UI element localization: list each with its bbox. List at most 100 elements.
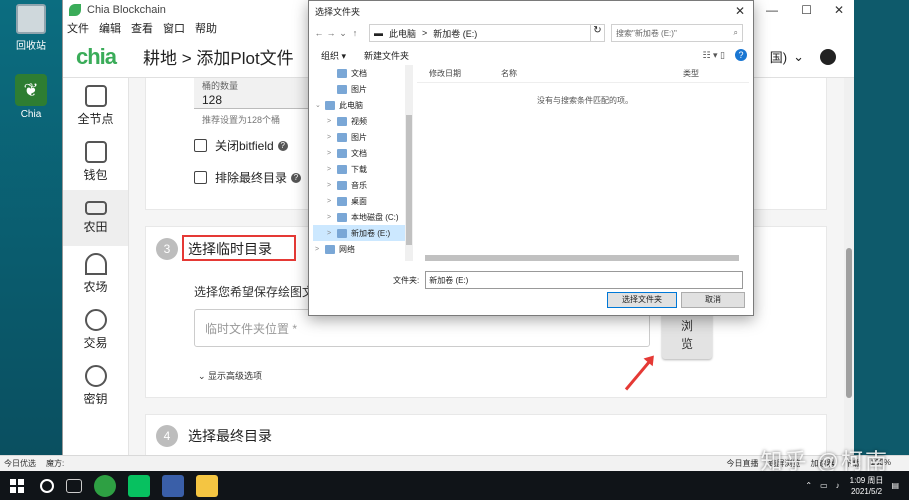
language-selector[interactable]: 国) [770,47,787,66]
chevron-icon[interactable]: > [327,134,337,141]
minimize-button[interactable]: — [766,3,778,17]
close-button[interactable]: ✕ [834,3,844,17]
disable-bitfield-checkbox[interactable]: 关闭bitfield ? [194,137,288,154]
back-icon[interactable]: ← [313,28,325,38]
chevron-icon[interactable]: > [327,214,337,221]
strip-daily-picks[interactable]: 今日优选 [4,458,36,469]
main-scrollbar[interactable] [844,78,854,455]
addr-volume-e[interactable]: 新加卷 (E:) [433,27,477,40]
folder-icon [337,116,347,126]
folder-icon [337,212,347,222]
menu-view[interactable]: 查看 [131,20,153,36]
chevron-icon[interactable]: > [315,246,325,253]
column-modified-date[interactable]: 修改日期 [429,68,461,79]
scroll-thumb[interactable] [425,255,739,261]
tree-item[interactable]: 文档 [313,65,413,81]
address-field[interactable]: ▬ 此电脑 > 新加卷 (E:) [369,24,591,42]
volume-icon[interactable]: ♪ [836,481,840,490]
dialog-close-icon[interactable]: ✕ [735,4,745,18]
sidebar-item-full-node[interactable]: 全节点 [63,78,128,134]
tree-item[interactable]: ⌄ 此电脑 [313,97,413,113]
help-icon[interactable]: ? [277,140,288,151]
cancel-button[interactable]: 取消 [681,292,745,308]
notification-icon[interactable]: ▤ [891,481,899,490]
tree-scrollbar[interactable] [405,65,413,261]
tree-item-label: 图片 [351,132,367,142]
strip-magic-cube[interactable]: 魔方: [46,458,64,469]
chevron-icon[interactable]: > [327,230,337,237]
chia-shortcut[interactable]: ❦ Chia [4,74,58,120]
menu-file[interactable]: 文件 [67,20,89,36]
tree-item[interactable]: > 视频 [313,113,413,129]
tree-item[interactable]: > 桌面 [313,193,413,209]
browser-icon[interactable] [94,474,116,497]
final-dir-card: 4 选择最终目录 [145,414,827,455]
chevron-icon[interactable]: ⌄ [315,101,325,109]
taskbar: ⌃ ▭ ♪ 1:09 周日 2021/5/2 ▤ [0,471,909,500]
tree-item[interactable]: > 图片 [313,129,413,145]
network-icon[interactable]: ▭ [820,481,828,490]
tree-item[interactable]: 图片 [313,81,413,97]
dialog-title: 选择文件夹 [315,6,361,17]
browse-button[interactable]: 浏 览 [662,309,712,359]
sidebar-item-label: 交易 [83,336,108,350]
tree-item-label: 文档 [351,68,367,78]
maximize-button[interactable]: ☐ [801,3,812,17]
view-options-icon[interactable]: ☷ ▾ ▯ [702,50,725,61]
recycle-bin-icon [16,4,46,34]
chevron-icon[interactable]: > [327,150,337,157]
tree-item[interactable]: > 本地磁盘 (C:) [313,209,413,225]
exclude-final-dir-checkbox[interactable]: 排除最终目录 ? [194,169,302,186]
column-type[interactable]: 类型 [683,68,699,79]
help-icon[interactable]: ? [291,172,302,183]
recent-icon[interactable]: ⌄ [337,28,349,39]
addr-this-pc[interactable]: 此电脑 [389,27,416,40]
new-folder-button[interactable]: 新建文件夹 [364,49,409,62]
folder-name-input[interactable]: 新加卷 (E:) [425,271,744,289]
wechat-icon[interactable] [128,474,150,497]
sidebar-item-plots[interactable]: 农田 [63,190,128,246]
select-folder-button[interactable]: 选择文件夹 [607,292,677,308]
organize-button[interactable]: 组织 ▾ [321,49,346,62]
chevron-icon[interactable]: > [327,118,337,125]
sidebar-item-keys[interactable]: 密钥 [63,358,128,414]
menu-window[interactable]: 窗口 [163,20,185,36]
sidebar-item-trade[interactable]: 交易 [63,302,128,358]
tree-item[interactable]: > 下载 [313,161,413,177]
chevron-icon[interactable]: > [327,166,337,173]
tree-item[interactable]: > 新加卷 (E:) [313,225,413,241]
tray-arrow-icon[interactable]: ⌃ [805,481,812,490]
trade-icon [84,309,107,331]
app-icon[interactable] [162,474,184,497]
menu-help[interactable]: 帮助 [195,20,217,36]
cortana-icon[interactable] [40,478,54,493]
help-icon[interactable]: ? [735,49,747,61]
settings-icon[interactable] [820,48,836,65]
refresh-icon[interactable]: ↻ [591,24,605,42]
chevron-down-icon[interactable]: ⌄ [793,49,804,65]
show-advanced-toggle[interactable]: ⌄ 显示高级选项 [198,369,262,382]
tree-item[interactable]: > 音乐 [313,177,413,193]
column-name[interactable]: 名称 [501,68,517,79]
clock[interactable]: 1:09 周日 2021/5/2 [850,475,884,497]
menu-edit[interactable]: 编辑 [99,20,121,36]
sidebar-item-farm[interactable]: 农场 [63,246,128,302]
task-view-icon[interactable] [66,478,82,493]
sidebar-item-wallet[interactable]: 钱包 [63,134,128,190]
tree-item[interactable]: > 文档 [313,145,413,161]
checkbox-box[interactable] [194,139,207,152]
up-icon[interactable]: ↑ [349,28,361,38]
chevron-icon[interactable]: > [327,198,337,205]
windows-start-icon[interactable] [10,478,24,493]
checkbox-box[interactable] [194,171,207,184]
strip-live[interactable]: 今日直播 [727,458,759,469]
horizontal-scrollbar[interactable] [313,253,749,263]
clock-date: 2021/5/2 [850,486,883,496]
scroll-thumb[interactable] [406,115,412,245]
chevron-icon[interactable]: > [327,182,337,189]
recycle-bin-shortcut[interactable]: 回收站 [4,4,58,52]
forward-icon[interactable]: → [325,28,337,38]
dialog-search-input[interactable]: 搜索"新加卷 (E:)" ⌕ [611,24,743,42]
file-explorer-icon[interactable] [196,474,218,497]
scroll-thumb[interactable] [846,248,852,398]
